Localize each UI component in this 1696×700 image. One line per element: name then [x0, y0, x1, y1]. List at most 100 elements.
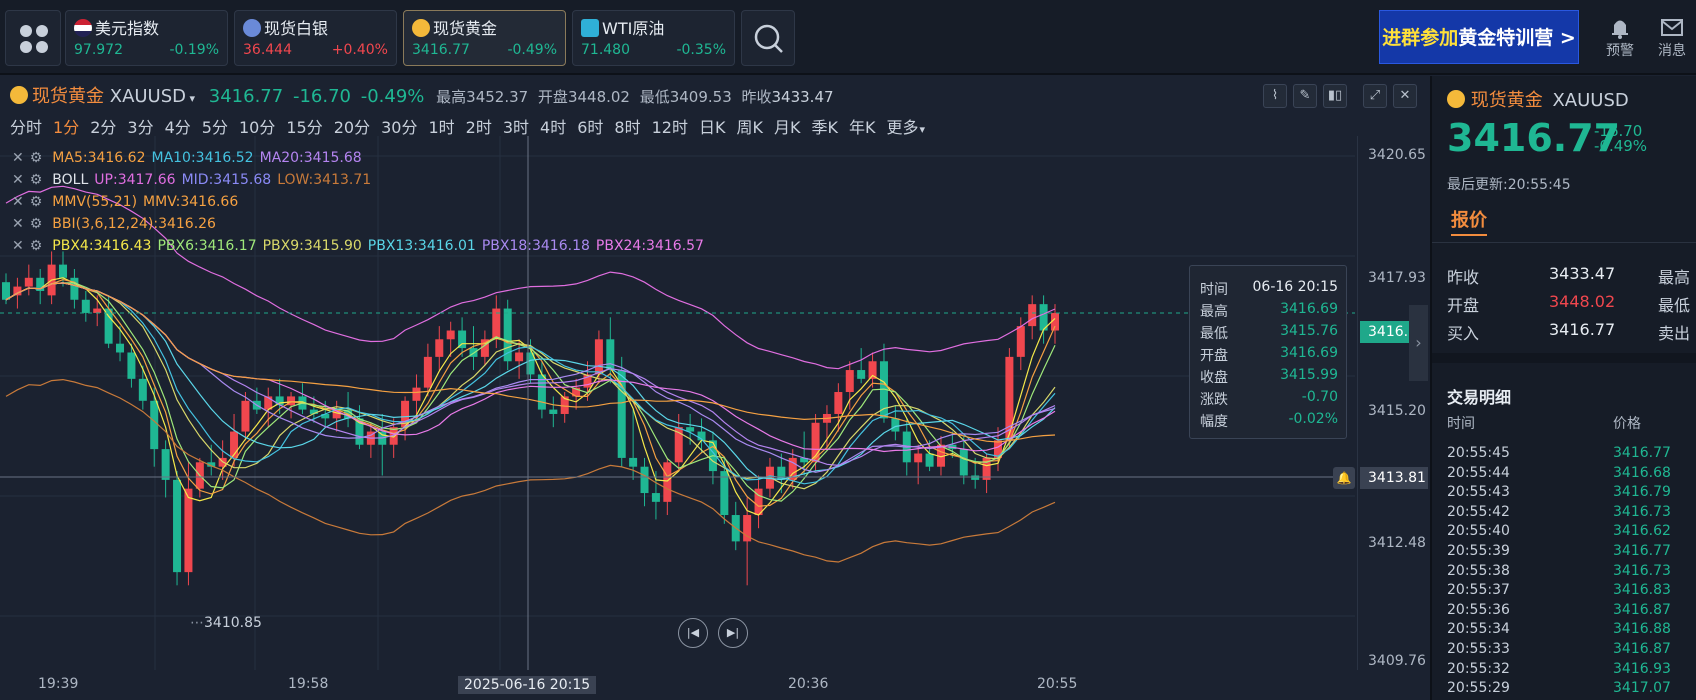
timeframe-16[interactable]: 12时 — [652, 118, 688, 137]
indicator-tool-button[interactable]: ⌇ — [1263, 84, 1287, 108]
collapse-panel-button[interactable]: › — [1409, 305, 1428, 381]
ticker-gold[interactable]: 现货黄金 3416.77 -0.49% — [403, 10, 566, 66]
timeframe-7[interactable]: 15分 — [286, 118, 322, 137]
timeframe-9[interactable]: 30分 — [381, 118, 417, 137]
boll-legend-item: BOLL — [52, 172, 89, 188]
trade-row: 20:55:34 3416.88 — [1447, 621, 1696, 637]
timeframe-18[interactable]: 周K — [736, 118, 763, 137]
ticker-change: -0.35% — [676, 42, 726, 58]
candle-body — [59, 264, 68, 278]
more-dropdown-icon[interactable]: ▾ — [919, 123, 925, 136]
mail-icon — [1661, 19, 1683, 36]
mmv-legend-item: MMV(55,21) — [52, 194, 138, 210]
candle-body — [959, 449, 968, 476]
candle-body — [515, 352, 524, 362]
close-icon[interactable]: ✕ — [12, 150, 24, 166]
candle-body — [971, 475, 980, 480]
tooltip-row: 开盘 3416.69 — [1200, 345, 1338, 365]
timeframe-15[interactable]: 8时 — [614, 118, 640, 137]
price-axis: 3420.65 3417.93 3415.20 3412.48 3409.76 — [1358, 136, 1428, 670]
chart-line-icon: ⌇ — [1271, 88, 1279, 103]
bell-icon — [1612, 20, 1628, 39]
symbol-code[interactable]: XAUUSD — [110, 86, 186, 107]
trade-time: 20:55:39 — [1447, 543, 1510, 559]
top-bar: 美元指数 97.972 -0.19% 现货白银 36.444 +0.40% 现货… — [0, 0, 1696, 75]
ticker-wti-oil[interactable]: WTI原油 71.480 -0.35% — [572, 10, 735, 66]
close-icon[interactable]: ✕ — [12, 216, 24, 232]
candle-type-button[interactable]: ▮▯ — [1323, 84, 1347, 108]
timeframe-21[interactable]: 年K — [849, 118, 876, 137]
header-change: -16.70 — [292, 86, 351, 107]
tooltip-row: 收盘 3415.99 — [1200, 367, 1338, 387]
pencil-icon: ✎ — [1299, 88, 1311, 103]
settings-icon[interactable]: ⚙ — [30, 150, 43, 166]
trade-row: 20:55:37 3416.83 — [1447, 582, 1696, 598]
settings-icon[interactable]: ⚙ — [30, 238, 43, 254]
timeframe-2[interactable]: 2分 — [90, 118, 116, 137]
settings-icon[interactable]: ⚙ — [30, 172, 43, 188]
fullscreen-button[interactable]: ⤢ — [1363, 84, 1387, 108]
ticker-name: 美元指数 — [95, 19, 160, 38]
search-button[interactable] — [741, 10, 795, 66]
tooltip-label: 开盘 — [1200, 348, 1228, 364]
candle-body — [891, 418, 900, 432]
boll-legend-item: UP:3417.66 — [94, 172, 176, 188]
trade-row: 20:55:45 3416.77 — [1447, 445, 1696, 461]
timeframe-3[interactable]: 3分 — [127, 118, 153, 137]
timeframe-22[interactable]: 更多 — [886, 118, 918, 137]
timeframe-8[interactable]: 20分 — [334, 118, 370, 137]
candle-body — [663, 462, 672, 502]
candle-body — [138, 378, 147, 401]
bbi-legend-item: BBI(3,6,12,24):3416.26 — [52, 216, 216, 232]
trade-time: 20:55:45 — [1447, 445, 1510, 461]
price-tick: 3420.65 — [1368, 147, 1426, 163]
trade-price: 3416.68 — [1613, 464, 1671, 481]
timeframe-20[interactable]: 季K — [811, 118, 838, 137]
section-gap — [1432, 353, 1696, 363]
quote-value: 3448.02 — [1549, 292, 1616, 311]
timeframe-11[interactable]: 2时 — [466, 118, 492, 137]
timeframe-19[interactable]: 月K — [774, 118, 801, 137]
candle-body — [13, 286, 22, 296]
trade-row: 20:55:43 3416.79 — [1447, 484, 1696, 500]
candle-body — [423, 356, 432, 388]
symbol-dropdown-icon[interactable]: ▾ — [186, 92, 196, 105]
add-alert-icon[interactable]: 🔔 — [1333, 467, 1355, 489]
draw-tool-button[interactable]: ✎ — [1293, 84, 1317, 108]
timeframe-5[interactable]: 5分 — [202, 118, 228, 137]
close-icon[interactable]: ✕ — [12, 194, 24, 210]
timeframe-17[interactable]: 日K — [699, 118, 726, 137]
timeframe-12[interactable]: 3时 — [503, 118, 529, 137]
tooltip-row: 幅度 -0.02% — [1200, 411, 1338, 431]
message-button[interactable]: 消息 — [1647, 14, 1696, 60]
promo-banner[interactable]: 进群参加黄金特训营 > — [1379, 10, 1579, 64]
last-update: 最后更新:20:55:45 — [1447, 174, 1571, 194]
close-icon[interactable]: ✕ — [12, 238, 24, 254]
ticker-usd-index[interactable]: 美元指数 97.972 -0.19% — [65, 10, 228, 66]
step-back-button[interactable]: |◀ — [678, 618, 708, 648]
candle-body — [834, 392, 843, 414]
trade-row: 20:55:36 3416.87 — [1447, 602, 1696, 618]
timeframe-14[interactable]: 6时 — [577, 118, 603, 137]
trades-title: 交易明细 — [1447, 388, 1512, 407]
timeframe-10[interactable]: 1时 — [428, 118, 454, 137]
timeframe-4[interactable]: 4分 — [165, 118, 191, 137]
high-label: 最高 — [436, 88, 467, 106]
close-chart-button[interactable]: ✕ — [1393, 84, 1417, 108]
tab-quote[interactable]: 报价 — [1451, 206, 1487, 232]
timeframe-6[interactable]: 10分 — [239, 118, 275, 137]
step-forward-button[interactable]: ▶| — [718, 618, 748, 648]
trade-time: 20:55:40 — [1447, 523, 1510, 540]
price-tick: 3415.20 — [1368, 403, 1426, 419]
ma-legend-item: MA20:3415.68 — [259, 150, 362, 166]
settings-icon[interactable]: ⚙ — [30, 216, 43, 232]
timeframe-0[interactable]: 分时 — [10, 118, 42, 137]
timeframe-1[interactable]: 1分 — [53, 118, 79, 137]
alert-button[interactable]: 预警 — [1595, 14, 1645, 60]
timeframe-13[interactable]: 4时 — [540, 118, 566, 137]
ticker-silver[interactable]: 现货白银 36.444 +0.40% — [234, 10, 397, 66]
settings-icon[interactable]: ⚙ — [30, 194, 43, 210]
close-icon[interactable]: ✕ — [12, 172, 24, 188]
apps-menu-button[interactable] — [5, 10, 61, 66]
symbol-name[interactable]: 现货黄金 — [32, 86, 104, 107]
